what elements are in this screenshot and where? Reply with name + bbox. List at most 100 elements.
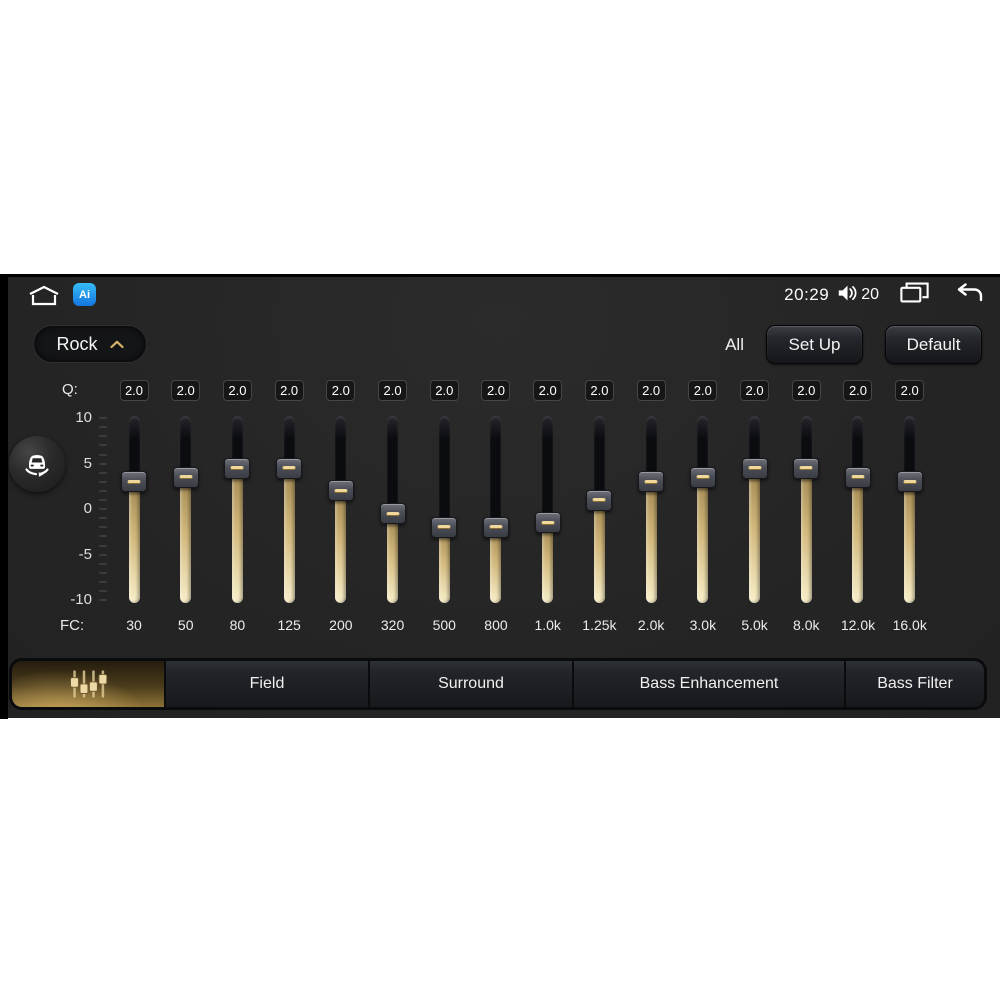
- slider-track-2.0k[interactable]: [645, 416, 657, 603]
- clock: 20:29: [784, 285, 830, 304]
- q-value-band-125[interactable]: 2.0: [274, 380, 304, 401]
- handle-dash: [489, 525, 503, 530]
- slider-track-8.0k[interactable]: [800, 416, 812, 603]
- slider-handle-16.0k[interactable]: [896, 471, 923, 493]
- slider-handle-320[interactable]: [379, 503, 406, 525]
- slider-handle-1.25k[interactable]: [586, 489, 613, 511]
- axis-tick: [99, 499, 107, 501]
- slider-handle-12.0k[interactable]: [844, 466, 871, 488]
- slider-track-125[interactable]: [283, 416, 295, 603]
- slider-track-16.0k[interactable]: [904, 416, 916, 603]
- tab-equalizer[interactable]: [12, 661, 164, 707]
- status-bar: Ai 20:29 20: [0, 277, 1000, 311]
- slider-track-500[interactable]: [438, 416, 450, 603]
- tab-bass-enhancement[interactable]: Bass Enhancement: [572, 661, 844, 707]
- back-arrow-icon[interactable]: [954, 282, 984, 308]
- handle-dash: [903, 479, 917, 484]
- q-value-band-2.0k[interactable]: 2.0: [636, 380, 666, 401]
- q-value-band-320[interactable]: 2.0: [378, 380, 408, 401]
- axis-label--10: -10: [70, 591, 92, 609]
- q-value-band-30[interactable]: 2.0: [119, 380, 149, 401]
- tab-bass-filter[interactable]: Bass Filter: [844, 661, 984, 707]
- slider-track-1.0k[interactable]: [542, 416, 554, 603]
- q-value-band-80[interactable]: 2.0: [222, 380, 252, 401]
- fc-caption: FC:: [60, 617, 85, 634]
- freq-label-16.0k: 16.0k: [892, 617, 927, 633]
- slider-track-200[interactable]: [335, 416, 347, 603]
- axis-tick: [99, 508, 107, 511]
- tab-surround[interactable]: Surround: [368, 661, 572, 707]
- home-icon[interactable]: [26, 285, 62, 307]
- all-button[interactable]: All: [725, 335, 744, 355]
- slider-gold-fill: [438, 527, 450, 603]
- slider-track-30[interactable]: [128, 416, 140, 603]
- slider-handle-50[interactable]: [172, 466, 199, 488]
- slider-track-5.0k[interactable]: [749, 416, 761, 603]
- slider-track-80[interactable]: [231, 416, 243, 603]
- tab-field[interactable]: Field: [164, 661, 368, 707]
- slider-track-12.0k[interactable]: [852, 416, 864, 603]
- axis-label--5: -5: [78, 545, 92, 563]
- q-value-band-500[interactable]: 2.0: [429, 380, 459, 401]
- bottom-tab-bar: Field Surround Bass Enhancement Bass Filter: [10, 659, 986, 709]
- axis-tick: [99, 599, 107, 602]
- slider-handle-2.0k[interactable]: [638, 471, 665, 493]
- slider-handle-500[interactable]: [431, 516, 458, 538]
- q-value-band-800[interactable]: 2.0: [481, 380, 511, 401]
- slider-gold-fill: [645, 481, 657, 603]
- axis-tick: [99, 417, 107, 420]
- set-up-button[interactable]: Set Up: [766, 325, 863, 364]
- slider-gold-fill: [335, 490, 347, 603]
- handle-dash: [230, 466, 244, 471]
- slider-handle-1.0k[interactable]: [534, 512, 561, 534]
- handle-dash: [748, 466, 762, 471]
- handle-dash: [334, 488, 348, 493]
- tab-label: Surround: [438, 675, 504, 692]
- slider-track-3.0k[interactable]: [697, 416, 709, 603]
- slider-handle-125[interactable]: [276, 457, 303, 479]
- slider-handle-5.0k[interactable]: [741, 457, 768, 479]
- q-value-band-12.0k[interactable]: 2.0: [843, 380, 873, 401]
- slider-gold-fill: [749, 468, 761, 603]
- axis-tick: [99, 489, 107, 492]
- handle-dash: [127, 479, 141, 484]
- slider-gold-fill: [800, 468, 812, 603]
- slider-gold-fill: [231, 468, 243, 603]
- axis-tick: [99, 453, 107, 456]
- q-value-band-1.0k[interactable]: 2.0: [533, 380, 563, 401]
- slider-gold-fill: [387, 513, 399, 603]
- slider-handle-200[interactable]: [327, 480, 354, 502]
- q-value-band-3.0k[interactable]: 2.0: [688, 380, 718, 401]
- tab-label: Field: [249, 675, 285, 692]
- slider-handle-80[interactable]: [224, 457, 251, 479]
- q-value-band-1.25k[interactable]: 2.0: [584, 380, 614, 401]
- tab-label: Bass Filter: [877, 675, 953, 692]
- q-value-band-5.0k[interactable]: 2.0: [740, 380, 770, 401]
- axis-tick: [99, 480, 107, 483]
- handle-dash: [386, 511, 400, 516]
- axis-tick: [99, 444, 107, 447]
- ai-assistant-icon[interactable]: Ai: [73, 283, 96, 306]
- car-surround-icon[interactable]: [9, 436, 65, 492]
- q-value-band-50[interactable]: 2.0: [171, 380, 201, 401]
- default-button[interactable]: Default: [885, 325, 982, 364]
- slider-handle-800[interactable]: [482, 516, 509, 538]
- slider-track-50[interactable]: [180, 416, 192, 603]
- q-value-band-8.0k[interactable]: 2.0: [791, 380, 821, 401]
- slider-track-800[interactable]: [490, 416, 502, 603]
- q-value-band-16.0k[interactable]: 2.0: [895, 380, 925, 401]
- handle-dash: [696, 475, 710, 480]
- equalizer-sliders-icon: [70, 670, 108, 698]
- speaker-icon: [837, 284, 858, 307]
- handle-dash: [644, 479, 658, 484]
- q-value-band-200[interactable]: 2.0: [326, 380, 356, 401]
- axis-tick: [99, 426, 107, 429]
- axis-tick: [99, 462, 107, 465]
- slider-gold-fill: [542, 522, 554, 603]
- preset-dropdown[interactable]: Rock: [33, 325, 147, 363]
- slider-handle-3.0k[interactable]: [689, 466, 716, 488]
- recent-apps-icon[interactable]: [899, 282, 930, 308]
- axis-tick: [99, 526, 107, 529]
- slider-handle-8.0k[interactable]: [793, 457, 820, 479]
- slider-handle-30[interactable]: [121, 471, 147, 493]
